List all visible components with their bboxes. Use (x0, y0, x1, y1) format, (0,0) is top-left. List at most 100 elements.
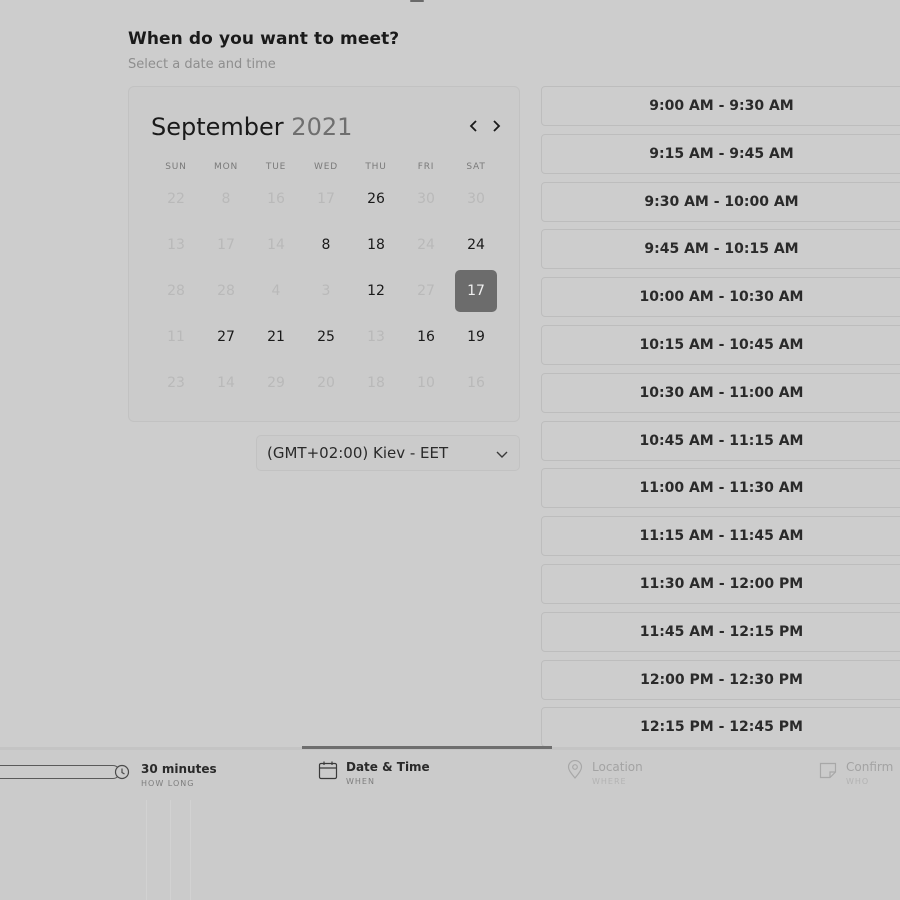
calendar-day: 18 (351, 360, 401, 406)
time-slot-label: 10:30 AM - 11:00 AM (639, 384, 804, 401)
calendar-day-number: 22 (167, 191, 185, 207)
time-slot-button[interactable]: 10:30 AM - 11:00 AM (541, 372, 900, 413)
timezone-value: (GMT+02:00) Kiev - EET (267, 444, 449, 462)
progress-active (302, 746, 552, 749)
time-slot-button[interactable]: 10:00 AM - 10:30 AM (541, 277, 900, 318)
background-line (190, 800, 191, 900)
calendar-week-row: 13 17 14 8 18 24 24 (151, 222, 501, 268)
calendar-day-number: 18 (367, 375, 385, 391)
calendar-day: 17 (301, 176, 351, 222)
time-slot-button[interactable]: 12:15 PM - 12:45 PM (541, 707, 900, 746)
time-slot-list[interactable]: 9:00 AM - 9:30 AM 9:15 AM - 9:45 AM 9:30 A… (541, 86, 900, 746)
time-slot-button[interactable]: 11:15 AM - 11:45 AM (541, 516, 900, 557)
step-location-label: Location (592, 760, 643, 774)
calendar-day-number: 29 (267, 375, 285, 391)
calendar-day: 17 (201, 222, 251, 268)
calendar-year: 2021 (291, 113, 353, 141)
calendar-day-number: 4 (271, 283, 281, 299)
time-slot-button[interactable]: 9:15 AM - 9:45 AM (541, 133, 900, 174)
calendar-day-selected[interactable]: 17 (451, 268, 501, 314)
calendar-day-number: 27 (217, 329, 235, 345)
chevron-right-icon (493, 120, 501, 132)
calendar-day-number: 28 (217, 283, 235, 299)
calendar-day[interactable]: 12 (351, 268, 401, 314)
calendar-day-number: 28 (167, 283, 185, 299)
time-slot-button[interactable]: 10:15 AM - 10:45 AM (541, 325, 900, 365)
time-slot-button[interactable]: 11:30 AM - 12:00 PM (541, 564, 900, 604)
calendar-day-number: 20 (317, 375, 335, 391)
weekday-label: SAT (466, 162, 486, 172)
time-slot-label: 9:30 AM - 10:00 AM (644, 193, 799, 210)
calendar-day[interactable]: 8 (301, 222, 351, 268)
calendar-day: 10 (401, 360, 451, 406)
calendar-day-number: 11 (167, 329, 185, 345)
calendar-day: 20 (301, 360, 351, 406)
prev-month-button[interactable] (465, 117, 483, 135)
calendar-day-number: 17 (317, 191, 335, 207)
step-datetime-label: Date & Time (346, 760, 430, 774)
time-slot-label: 9:15 AM - 9:45 AM (649, 145, 794, 162)
time-slot-button[interactable]: 11:45 AM - 12:15 PM (541, 611, 900, 652)
time-slot-button[interactable]: 9:00 AM - 9:30 AM (541, 86, 900, 126)
calendar-day: 24 (401, 222, 451, 268)
time-slot-button[interactable]: 10:45 AM - 11:15 AM (541, 420, 900, 461)
background-line (170, 800, 171, 900)
weekday-label: TUE (265, 162, 287, 172)
step-location-sub: WHERE (592, 777, 627, 786)
calendar-day: 11 (151, 314, 201, 360)
location-pin-icon (567, 760, 583, 779)
calendar-day[interactable]: 24 (451, 222, 501, 268)
time-slot-button[interactable]: 12:00 PM - 12:30 PM (541, 659, 900, 700)
time-slot-button[interactable]: 9:45 AM - 10:15 AM (541, 229, 900, 270)
calendar-day-number: 16 (267, 191, 285, 207)
calendar-day-number: 26 (367, 191, 385, 207)
calendar-day[interactable]: 16 (401, 314, 451, 360)
calendar-day: 29 (251, 360, 301, 406)
calendar-day-number: 17 (467, 283, 485, 299)
calendar-day: 27 (401, 268, 451, 314)
calendar-day[interactable]: 27 (201, 314, 251, 360)
calendar-day: 13 (351, 314, 401, 360)
calendar-day: 13 (151, 222, 201, 268)
calendar-day-number: 25 (317, 329, 335, 345)
step-datetime[interactable]: Date & Time WHEN (318, 760, 430, 786)
calendar-week-row: 22 8 16 17 26 30 30 (151, 176, 501, 222)
time-slot-button[interactable]: 11:00 AM - 11:30 AM (541, 468, 900, 509)
step-location[interactable]: Location WHERE (566, 760, 643, 786)
steps-bar: 30 minutes HOW LONG Date & Time WHEN Loc… (0, 746, 900, 900)
step-duration-sub: HOW LONG (141, 779, 195, 788)
chevron-down-icon (496, 451, 508, 458)
calendar-day-number: 24 (417, 237, 435, 253)
calendar-day[interactable]: 18 (351, 222, 401, 268)
clock-icon (114, 764, 130, 780)
weekday-label: SUN (165, 162, 187, 172)
time-slot-button[interactable]: 9:30 AM - 10:00 AM (541, 181, 900, 222)
calendar-day[interactable]: 26 (351, 176, 401, 222)
calendar-day[interactable]: 21 (251, 314, 301, 360)
calendar-day: 28 (151, 268, 201, 314)
weekday-label: FRI (417, 162, 435, 172)
calendar-day[interactable]: 19 (451, 314, 501, 360)
calendar-month: September (151, 113, 284, 141)
calendar-day: 14 (251, 222, 301, 268)
step-duration-label: 30 minutes (141, 762, 217, 776)
time-slot-label: 10:45 AM - 11:15 AM (639, 432, 804, 449)
weekday-label: WED (314, 162, 338, 172)
calendar-day: 28 (201, 268, 251, 314)
top-indicator (410, 0, 424, 2)
calendar-day-number: 18 (367, 237, 385, 253)
calendar-day-number: 24 (467, 237, 485, 253)
timezone-select[interactable]: (GMT+02:00) Kiev - EET (256, 435, 520, 471)
next-month-button[interactable] (487, 117, 505, 135)
weekday-header: SUN MON TUE WED THU FRI SAT (151, 162, 501, 172)
step-confirm[interactable]: Confirm WHO (818, 760, 893, 786)
time-slot-label: 9:00 AM - 9:30 AM (649, 98, 794, 114)
calendar-day: 30 (401, 176, 451, 222)
time-slot-label: 9:45 AM - 10:15 AM (644, 241, 799, 258)
calendar-day[interactable]: 25 (301, 314, 351, 360)
calendar-week-row: 11 27 21 25 13 16 19 (151, 314, 501, 360)
calendar-day-number: 19 (467, 329, 485, 345)
page-subtitle: Select a date and time (128, 57, 276, 72)
calendar-month-title: September 2021 (151, 113, 352, 141)
time-slot-label: 11:45 AM - 12:15 PM (639, 623, 804, 640)
